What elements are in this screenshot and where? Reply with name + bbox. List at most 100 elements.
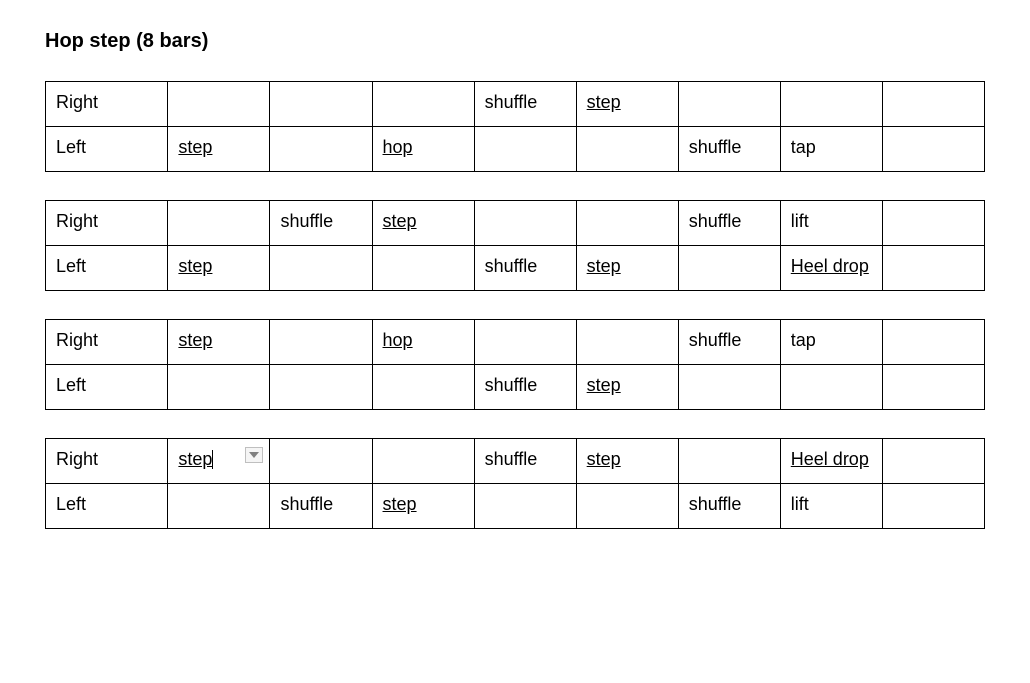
step-cell-text: tap	[791, 330, 816, 350]
table-row: Rightshufflestep	[46, 82, 985, 127]
tables-container: RightshufflestepLeftstephopshuffletapRig…	[45, 81, 985, 529]
step-cell[interactable]: step	[576, 439, 678, 484]
step-cell-text: shuffle	[280, 211, 333, 231]
step-cell[interactable]: step	[372, 201, 474, 246]
step-cell[interactable]: lift	[780, 201, 882, 246]
step-cell-text: step	[587, 256, 621, 276]
step-cell-text: shuffle	[280, 494, 333, 514]
step-cell[interactable]: step	[168, 320, 270, 365]
step-cell[interactable]: Heel drop	[780, 246, 882, 291]
step-cell[interactable]	[168, 201, 270, 246]
step-cell[interactable]: Heel drop	[780, 439, 882, 484]
step-cell[interactable]	[882, 201, 984, 246]
step-cell[interactable]: step	[576, 246, 678, 291]
step-cell[interactable]	[270, 439, 372, 484]
step-cell-text: step	[587, 449, 621, 469]
step-cell-text: step	[178, 137, 212, 157]
step-cell[interactable]	[780, 365, 882, 410]
step-cell[interactable]: tap	[780, 127, 882, 172]
step-cell[interactable]	[882, 82, 984, 127]
step-cell[interactable]	[678, 246, 780, 291]
step-cell[interactable]: step	[576, 365, 678, 410]
step-cell-text: shuffle	[689, 137, 742, 157]
step-cell-text: shuffle	[485, 449, 538, 469]
table-row: Leftshufflestep	[46, 365, 985, 410]
step-cell[interactable]: step	[372, 484, 474, 529]
step-cell[interactable]	[882, 365, 984, 410]
step-cell[interactable]: shuffle	[270, 201, 372, 246]
step-cell[interactable]	[678, 439, 780, 484]
step-cell[interactable]: lift	[780, 484, 882, 529]
step-cell-text: hop	[383, 330, 413, 350]
row-label-left: Left	[46, 484, 168, 529]
step-cell[interactable]	[882, 127, 984, 172]
step-cell-text: step	[178, 256, 212, 276]
step-table: RightshufflestepshuffleliftLeftstepshuff…	[45, 200, 985, 291]
step-table: RightstephopshuffletapLeftshufflestep	[45, 319, 985, 410]
step-cell[interactable]	[372, 439, 474, 484]
step-cell[interactable]	[372, 365, 474, 410]
step-cell-text: step	[587, 375, 621, 395]
step-cell[interactable]	[474, 484, 576, 529]
step-cell[interactable]	[372, 82, 474, 127]
step-cell[interactable]: step	[168, 439, 270, 484]
step-cell-text: shuffle	[485, 92, 538, 112]
step-cell[interactable]: step	[168, 246, 270, 291]
dropdown-icon[interactable]	[245, 447, 263, 463]
step-cell[interactable]	[882, 320, 984, 365]
row-label-right: Right	[46, 439, 168, 484]
step-cell[interactable]	[270, 246, 372, 291]
step-cell[interactable]: shuffle	[678, 201, 780, 246]
step-cell[interactable]: shuffle	[474, 82, 576, 127]
step-table: RightshufflestepLeftstephopshuffletap	[45, 81, 985, 172]
page-title: Hop step (8 bars)	[45, 30, 985, 53]
step-cell[interactable]	[474, 320, 576, 365]
step-cell[interactable]	[882, 484, 984, 529]
step-cell[interactable]	[372, 246, 474, 291]
step-cell[interactable]: tap	[780, 320, 882, 365]
step-cell[interactable]	[474, 127, 576, 172]
table-row: Rightstephopshuffletap	[46, 320, 985, 365]
step-cell[interactable]: shuffle	[474, 365, 576, 410]
step-cell-text: step	[383, 211, 417, 231]
step-cell[interactable]	[576, 127, 678, 172]
step-cell[interactable]	[882, 439, 984, 484]
step-cell[interactable]	[168, 365, 270, 410]
step-table: RightstepshufflestepHeel dropLeftshuffle…	[45, 438, 985, 529]
step-cell-text: Heel drop	[791, 449, 869, 469]
step-cell[interactable]: step	[168, 127, 270, 172]
step-cell[interactable]	[474, 201, 576, 246]
step-cell[interactable]	[270, 82, 372, 127]
step-cell[interactable]	[882, 246, 984, 291]
step-cell[interactable]: hop	[372, 320, 474, 365]
step-cell-text: step	[178, 330, 212, 350]
step-cell[interactable]	[270, 127, 372, 172]
step-cell-text: shuffle	[485, 375, 538, 395]
step-cell-text: step	[587, 92, 621, 112]
row-label-left: Left	[46, 127, 168, 172]
step-cell[interactable]	[780, 82, 882, 127]
step-cell[interactable]: shuffle	[678, 127, 780, 172]
step-cell[interactable]	[576, 320, 678, 365]
step-cell[interactable]: shuffle	[678, 484, 780, 529]
step-cell[interactable]	[678, 82, 780, 127]
step-cell[interactable]: shuffle	[474, 439, 576, 484]
step-cell[interactable]	[576, 484, 678, 529]
step-cell-text: Heel drop	[791, 256, 869, 276]
step-cell[interactable]	[678, 365, 780, 410]
document-page: Hop step (8 bars) RightshufflestepLeftst…	[0, 0, 1030, 597]
step-cell[interactable]	[270, 365, 372, 410]
step-cell[interactable]	[168, 82, 270, 127]
step-cell[interactable]: shuffle	[474, 246, 576, 291]
step-cell[interactable]: hop	[372, 127, 474, 172]
step-cell[interactable]: shuffle	[678, 320, 780, 365]
step-cell[interactable]: step	[576, 82, 678, 127]
step-cell[interactable]: shuffle	[270, 484, 372, 529]
step-cell[interactable]	[168, 484, 270, 529]
row-label-left: Left	[46, 246, 168, 291]
step-cell[interactable]	[576, 201, 678, 246]
step-cell[interactable]	[270, 320, 372, 365]
step-cell-text: lift	[791, 211, 809, 231]
table-row: Left step shuffle step Heel drop	[46, 246, 985, 291]
step-cell-text: shuffle	[689, 330, 742, 350]
